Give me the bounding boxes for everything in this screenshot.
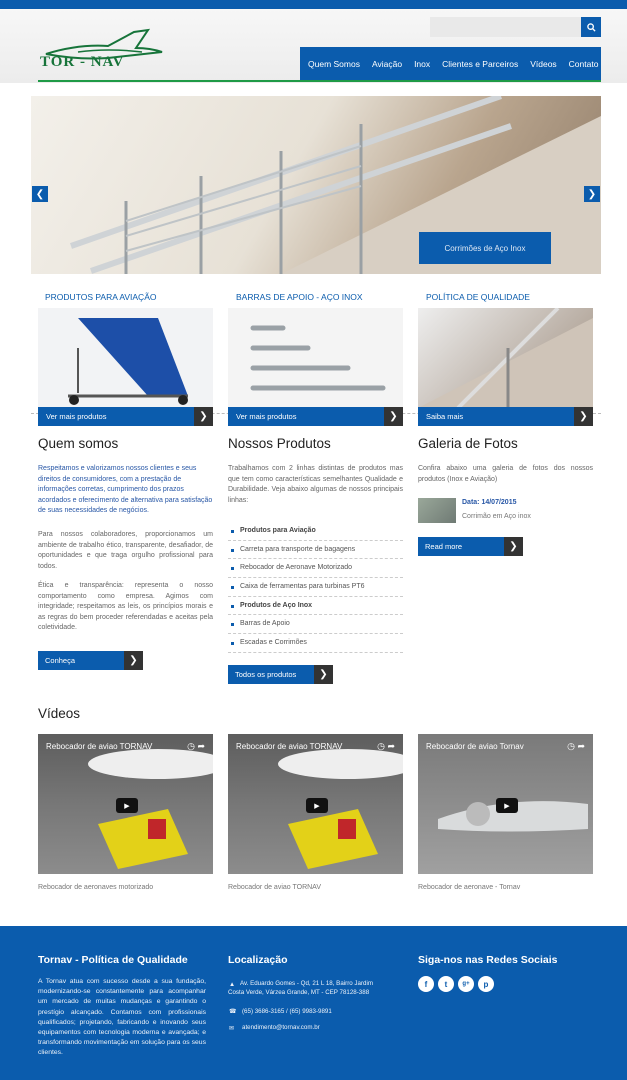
button-label: Todos os produtos — [235, 670, 297, 679]
play-icon[interactable]: ▶ — [306, 798, 328, 813]
chevron-right-icon: ❯ — [384, 407, 403, 426]
chevron-right-icon: ❯ — [124, 651, 143, 670]
footer-quality-text: A Tornav atua com sucesso desde a sua fu… — [38, 978, 206, 1057]
read-more-button[interactable]: Read more ❯ — [418, 537, 523, 556]
slider-next-button[interactable]: ❯ — [584, 186, 600, 202]
video-watch-later-share-icons[interactable]: ◷ ➦ — [567, 741, 585, 752]
video-watch-later-share-icons[interactable]: ◷ ➦ — [187, 741, 205, 752]
chevron-right-icon: ❯ — [504, 537, 523, 556]
envelope-icon: ✉ — [229, 1025, 235, 1032]
chevron-right-icon: ❯ — [574, 407, 593, 426]
chevron-right-icon: ❯ — [587, 188, 597, 200]
videos-heading: Vídeos — [38, 706, 81, 721]
grab-bars-image[interactable] — [228, 308, 403, 408]
play-icon[interactable]: ▶ — [116, 798, 138, 813]
product-item[interactable]: Escadas e Corrimões — [228, 634, 403, 653]
video-title: Rebocador de aviao TORNAV — [236, 742, 343, 751]
footer-phone: (65) 3686-3165 / (65) 9983-9891 — [242, 1008, 332, 1015]
video-player-1[interactable]: Rebocador de aviao TORNAV ◷ ➦ ▶ — [38, 734, 213, 874]
google-plus-icon[interactable]: g+ — [458, 976, 474, 992]
pinterest-icon[interactable]: p — [478, 976, 494, 992]
slider-prev-button[interactable]: ❮ — [32, 186, 48, 202]
conheca-button[interactable]: Conheça ❯ — [38, 651, 143, 670]
quem-somos-intro: Respeitamos e valorizamos nossos cliente… — [38, 465, 213, 514]
facebook-icon[interactable]: f — [418, 976, 434, 992]
video-player-3[interactable]: Rebocador de aviao Tornav ◷ ➦ ▶ — [418, 734, 593, 874]
video-caption: Rebocador de aeronave - Tornav — [418, 884, 521, 891]
footer-email[interactable]: atendimento@tornav.com.br — [242, 1024, 320, 1031]
nav-item-aviacao[interactable]: Aviação — [366, 59, 408, 69]
button-label: Read more — [425, 542, 463, 551]
video-title: Rebocador de aviao Tornav — [426, 742, 524, 751]
gallery-date: Data: 14/07/2015 — [462, 499, 517, 506]
slider-caption[interactable]: Corrimões de Aço Inox — [419, 232, 551, 264]
search-input[interactable] — [430, 17, 581, 37]
button-label: Saiba mais — [426, 412, 464, 421]
product-item[interactable]: Carreta para transporte de bagagens — [228, 541, 403, 560]
site-footer: Tornav - Política de Qualidade A Tornav … — [0, 926, 627, 1080]
phone-icon: ☎ — [229, 1008, 237, 1015]
column-title-qualidade[interactable]: POLÍTICA DE QUALIDADE — [426, 292, 530, 302]
column-title-barras[interactable]: BARRAS DE APOIO - AÇO INOX — [236, 292, 363, 302]
video-caption: Rebocador de aviao TORNAV — [228, 884, 321, 891]
twitter-icon[interactable]: t — [438, 976, 454, 992]
chevron-right-icon: ❯ — [314, 665, 333, 684]
products-list: Produtos para Aviação Carreta para trans… — [228, 522, 403, 653]
produtos-heading: Nossos Produtos — [228, 436, 331, 451]
video-player-2[interactable]: Rebocador de aviao TORNAV ◷ ➦ ▶ — [228, 734, 403, 874]
address-line-1: Av. Eduardo Gomes - Qd, 21 L 18, Bairro … — [240, 980, 373, 987]
nav-item-inox[interactable]: Inox — [408, 59, 436, 69]
button-label: Conheça — [45, 656, 76, 665]
aviation-stairs-image[interactable] — [38, 308, 213, 408]
product-item[interactable]: Produtos de Aço Inox — [228, 597, 403, 616]
button-label: Ver mais produtos — [46, 412, 107, 421]
chevron-right-icon: ❯ — [194, 407, 213, 426]
ver-mais-inox-button[interactable]: Ver mais produtos ❯ — [228, 407, 403, 426]
nav-item-contato[interactable]: Contato — [563, 59, 605, 69]
quem-somos-paragraph-1: Para nossos colaboradores, proporcionamo… — [38, 531, 213, 570]
video-title: Rebocador de aviao TORNAV — [46, 742, 153, 751]
footer-social-title: Siga-nos nas Redes Sociais — [418, 954, 558, 966]
map-marker-icon: ▲ — [229, 981, 236, 988]
video-caption: Rebocador de aeronaves motorizado — [38, 884, 154, 891]
gallery-item-title[interactable]: Corrimão em Aço inox — [462, 513, 531, 520]
nav-item-videos[interactable]: Vídeos — [524, 59, 562, 69]
main-nav: Quem Somos Aviação Inox Clientes e Parce… — [300, 47, 601, 80]
produtos-text: Trabalhamos com 2 linhas distintas de pr… — [228, 465, 403, 504]
galeria-text: Confira abaixo uma galeria de fotos dos … — [418, 465, 593, 483]
product-item[interactable]: Caixa de ferramentas para turbinas PT6 — [228, 578, 403, 597]
nav-underline — [38, 80, 601, 82]
top-accent-bar — [0, 0, 627, 9]
galeria-heading: Galeria de Fotos — [418, 436, 518, 451]
search-button[interactable] — [581, 17, 601, 37]
nav-item-clientes[interactable]: Clientes e Parceiros — [436, 59, 524, 69]
quem-somos-paragraph-2: Ética e transparência: representa o noss… — [38, 582, 213, 631]
nav-item-quem-somos[interactable]: Quem Somos — [300, 59, 366, 69]
footer-location-title: Localização — [228, 954, 288, 966]
address-line-2: Costa Verde, Várzea Grande, MT - CEP 781… — [228, 989, 370, 996]
product-item[interactable]: Barras de Apoio — [228, 615, 403, 635]
product-item[interactable]: Produtos para Aviação — [228, 522, 403, 541]
play-icon[interactable]: ▶ — [496, 798, 518, 813]
footer-quality-title: Tornav - Política de Qualidade — [38, 954, 188, 966]
button-label: Ver mais produtos — [236, 412, 297, 421]
column-title-aviacao[interactable]: PRODUTOS PARA AVIAÇÃO — [45, 292, 156, 302]
video-watch-later-share-icons[interactable]: ◷ ➦ — [377, 741, 395, 752]
saiba-mais-button[interactable]: Saiba mais ❯ — [418, 407, 593, 426]
gallery-thumbnail[interactable] — [418, 498, 456, 523]
quem-somos-heading: Quem somos — [38, 436, 119, 451]
search-icon — [586, 22, 596, 32]
chevron-left-icon: ❮ — [35, 188, 45, 200]
product-item[interactable]: Rebocador de Aeronave Motorizado — [228, 559, 403, 579]
logo-text[interactable]: TOR - NAV — [40, 54, 124, 71]
ver-mais-aviacao-button[interactable]: Ver mais produtos ❯ — [38, 407, 213, 426]
todos-produtos-button[interactable]: Todos os produtos ❯ — [228, 665, 333, 684]
quality-stairs-image[interactable] — [418, 308, 593, 408]
